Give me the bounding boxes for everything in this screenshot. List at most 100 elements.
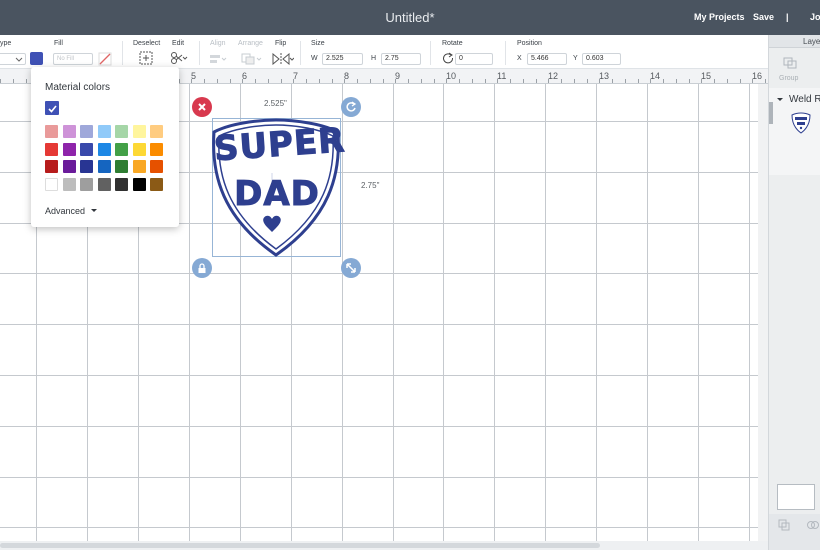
ruler-tick	[574, 79, 575, 83]
ruler-tick	[523, 79, 524, 83]
grid-line	[545, 84, 546, 541]
color-swatch[interactable]	[62, 142, 76, 156]
color-swatch[interactable]	[97, 177, 111, 191]
color-swatch[interactable]	[150, 160, 163, 173]
ruler-number: 16	[752, 71, 763, 81]
layers-bottom-actions	[769, 514, 820, 550]
group-icon[interactable]	[783, 57, 797, 69]
ruler-number: 10	[446, 71, 457, 81]
color-swatch[interactable]	[97, 160, 111, 173]
ruler-tick	[676, 79, 677, 83]
color-swatch[interactable]	[115, 125, 128, 138]
color-swatch[interactable]	[45, 142, 58, 156]
width-input[interactable]: 2.525	[322, 53, 363, 65]
toolbar-divider	[300, 41, 301, 65]
lock-handle[interactable]	[192, 258, 212, 278]
arrange-icon[interactable]	[241, 53, 263, 65]
ruler-tick	[242, 79, 243, 83]
user-menu[interactable]: Jo	[810, 12, 820, 22]
color-swatch[interactable]	[150, 177, 163, 191]
color-swatch[interactable]	[97, 125, 111, 138]
color-swatch[interactable]	[115, 142, 128, 156]
color-swatch[interactable]	[62, 177, 76, 191]
horizontal-scrollbar[interactable]	[0, 541, 768, 550]
ruler-tick	[752, 79, 753, 83]
flip-icon[interactable]	[272, 53, 294, 65]
resize-handle[interactable]	[341, 258, 361, 278]
weld-icon[interactable]	[807, 519, 819, 531]
linetype-color-swatch[interactable]	[30, 52, 43, 65]
arrange-label: Arrange	[238, 40, 263, 47]
color-swatch[interactable]	[45, 125, 58, 138]
resize-arrows-icon	[346, 263, 356, 273]
fill-select[interactable]: No Fill	[53, 53, 93, 65]
ruler-tick	[536, 79, 537, 83]
color-swatch[interactable]	[115, 160, 128, 173]
x-position-input[interactable]: 5.466	[527, 53, 567, 65]
color-swatch[interactable]	[80, 125, 93, 138]
color-swatch[interactable]	[80, 177, 93, 191]
color-swatch[interactable]	[132, 177, 146, 191]
rotate-label: Rotate	[442, 40, 463, 47]
grid-line	[0, 324, 768, 325]
grid-line	[0, 477, 768, 478]
y-position-input[interactable]: 0.603	[582, 53, 621, 65]
close-icon	[198, 103, 206, 111]
ruler-tick	[204, 79, 205, 83]
weld-layer-label: Weld Re	[789, 94, 820, 105]
color-swatch[interactable]	[80, 142, 93, 156]
color-swatch[interactable]	[132, 160, 146, 173]
rotate-handle[interactable]	[341, 97, 361, 117]
advanced-toggle[interactable]: Advanced	[45, 206, 98, 216]
ruler-tick	[230, 79, 231, 83]
align-icon[interactable]	[209, 53, 227, 65]
ruler-tick	[395, 79, 396, 83]
color-swatch[interactable]	[132, 125, 146, 138]
scissors-icon[interactable]	[170, 51, 188, 65]
scroll-thumb[interactable]	[0, 543, 600, 548]
ruler-tick	[255, 79, 256, 83]
ruler-number: 12	[548, 71, 559, 81]
color-swatch[interactable]	[62, 125, 76, 138]
ruler-number: 15	[701, 71, 712, 81]
ruler-tick	[765, 79, 766, 83]
slice-icon[interactable]	[778, 519, 790, 531]
height-input[interactable]: 2.75	[381, 53, 421, 65]
ruler-tick	[421, 79, 422, 83]
color-swatch[interactable]	[97, 142, 111, 156]
vertical-scrollbar[interactable]	[758, 84, 768, 541]
toolbar-divider	[430, 41, 431, 65]
ruler-tick	[689, 79, 690, 83]
color-swatch[interactable]	[132, 142, 146, 156]
linetype-select[interactable]	[0, 53, 26, 65]
save-button[interactable]: Save	[753, 12, 774, 22]
width-label: W	[311, 55, 318, 62]
color-swatch[interactable]	[150, 125, 163, 138]
grid-line	[0, 426, 768, 427]
checkmark-icon	[47, 104, 57, 113]
delete-handle[interactable]	[192, 97, 212, 117]
grid-line	[494, 84, 495, 541]
edit-label: Edit	[172, 40, 185, 47]
color-swatch[interactable]	[62, 160, 76, 173]
ruler-tick	[217, 79, 218, 83]
rotate-input[interactable]: 0	[455, 53, 493, 65]
color-swatch[interactable]	[150, 142, 163, 156]
selected-color-swatch[interactable]	[45, 101, 59, 115]
ruler-tick	[612, 79, 613, 83]
canvas-color-swatch[interactable]	[777, 484, 815, 510]
ruler-tick	[434, 79, 435, 83]
deselect-icon[interactable]	[139, 51, 153, 65]
weld-layer-item[interactable]: Weld Re	[769, 88, 820, 175]
ruler-number: 13	[599, 71, 610, 81]
color-swatch[interactable]	[115, 177, 128, 191]
position-label: Position	[517, 40, 542, 47]
color-swatch[interactable]	[80, 160, 93, 173]
my-projects-link[interactable]: My Projects	[694, 12, 745, 22]
color-swatch[interactable]	[45, 177, 58, 191]
ruler-tick	[281, 79, 282, 83]
color-swatch[interactable]	[45, 160, 58, 173]
edit-toolbar: ype Fill No Fill Deselect Edit Align Arr…	[0, 35, 768, 88]
layer-thumbnail	[791, 112, 811, 134]
ruler-tick	[191, 79, 192, 83]
